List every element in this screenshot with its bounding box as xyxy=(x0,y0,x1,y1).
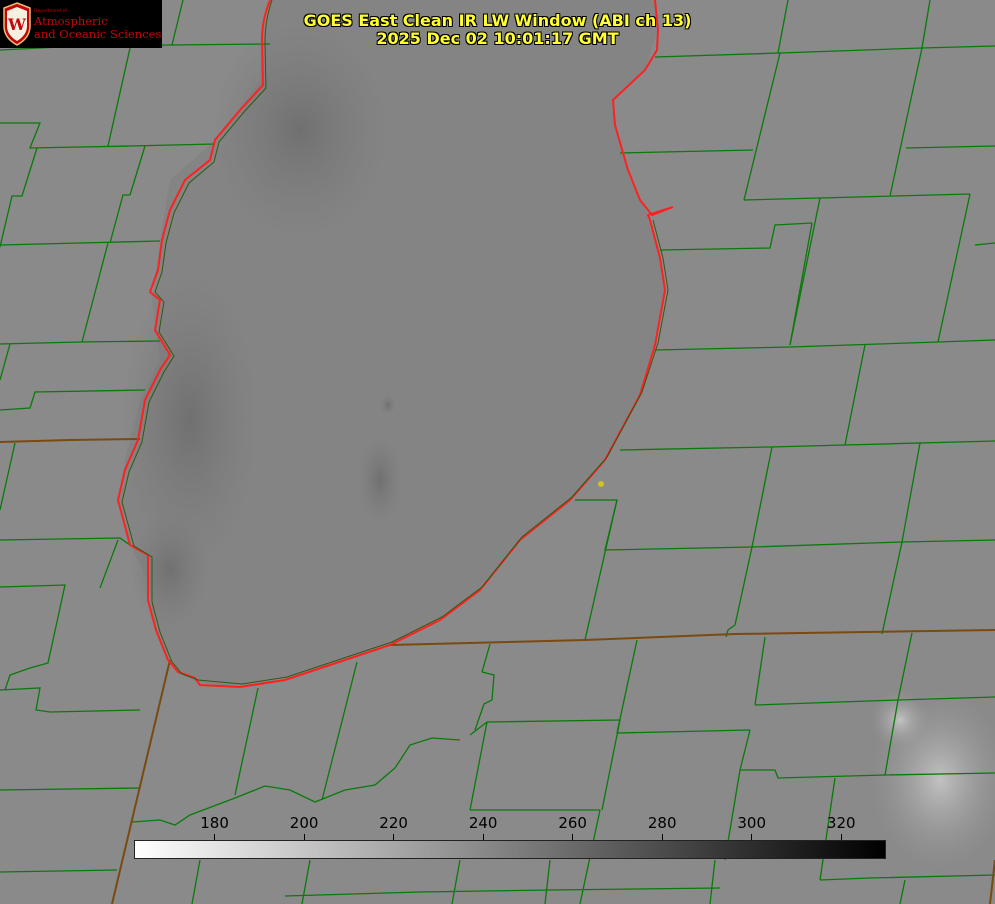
cloud-shade-north xyxy=(210,20,390,240)
colorbar-tick-label: 300 xyxy=(737,814,767,832)
colorbar-tick-label: 260 xyxy=(558,814,587,832)
location-marker xyxy=(598,481,604,487)
cloud-shade-south xyxy=(130,510,210,630)
colorbar-tick-label: 180 xyxy=(200,814,229,832)
colorbar xyxy=(134,840,886,859)
colorbar-tick-label: 220 xyxy=(379,814,408,832)
satellite-map xyxy=(0,0,995,904)
colorbar-tick-label: 280 xyxy=(647,814,677,832)
image-title: GOES East Clean IR LW Window (ABI ch 13) xyxy=(303,11,692,30)
image-timestamp: 2025 Dec 02 10:01:17 GMT xyxy=(376,29,619,48)
colorbar-tick-label: 200 xyxy=(289,814,319,832)
colorbar-tick-label: 240 xyxy=(468,814,498,832)
cloud-shade-dot xyxy=(380,395,396,415)
satellite-image-viewer: W Department of Atmospheric and Oceanic … xyxy=(0,0,995,904)
cloud-shade-center xyxy=(358,435,402,525)
colorbar-tick-label: 320 xyxy=(826,814,856,832)
